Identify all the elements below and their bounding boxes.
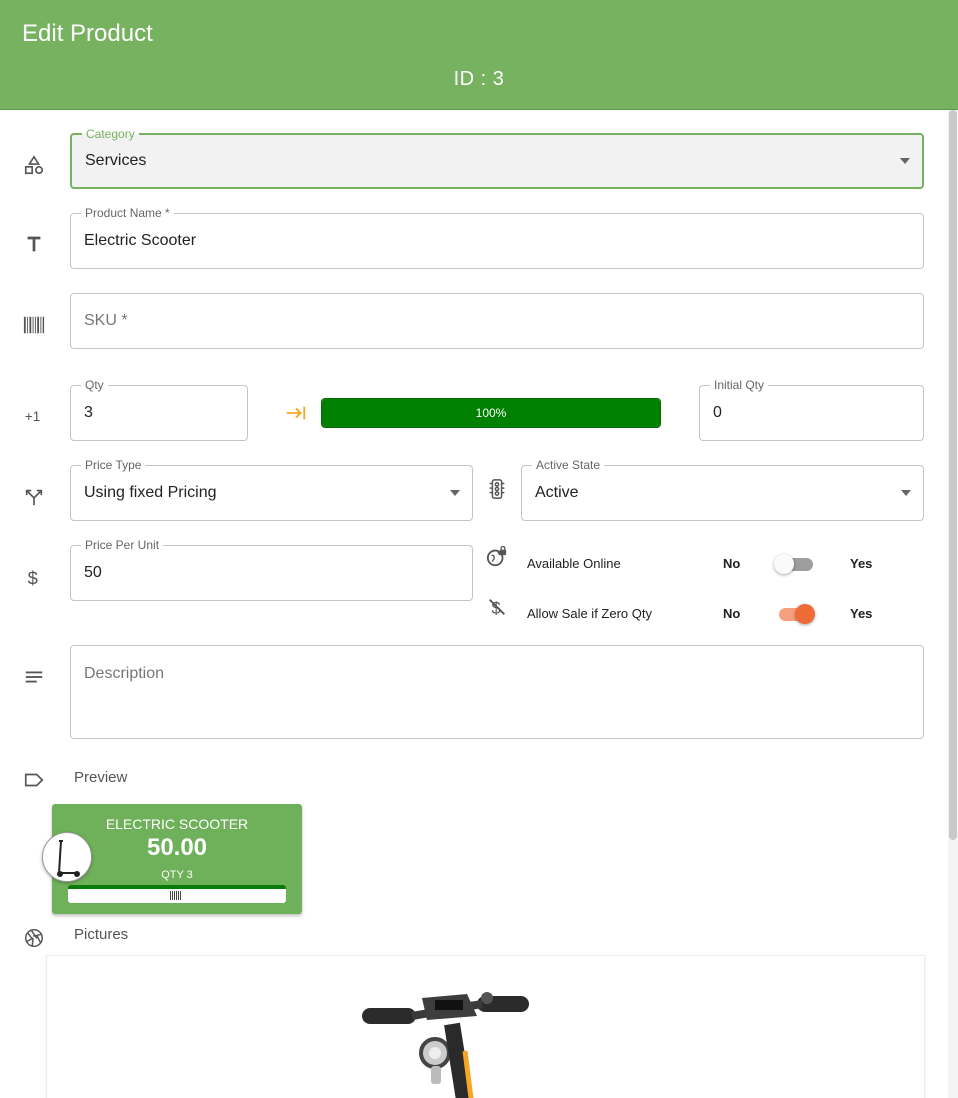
active-state-select[interactable]: Active State Active: [521, 458, 924, 521]
scrollbar-thumb[interactable]: [949, 110, 957, 840]
preview-card-name: ELECTRIC SCOOTER: [105, 816, 249, 832]
sku-input[interactable]: SKU *: [70, 293, 924, 349]
initial-qty-value: 0: [713, 404, 722, 421]
price-type-value: Using fixed Pricing: [84, 484, 217, 501]
money-off-icon: $: [485, 595, 509, 619]
qty-label: Qty: [81, 378, 108, 392]
price-per-unit-input[interactable]: Price Per Unit 50: [70, 538, 473, 601]
text-icon: [22, 232, 46, 256]
preview-card-barcode-bar: [68, 885, 286, 903]
barcode-icon: [22, 313, 46, 337]
available-online-no: No: [723, 556, 741, 571]
chevron-down-icon: [450, 490, 460, 496]
price-type-label: Price Type: [81, 458, 146, 472]
product-name-label: Product Name *: [81, 206, 174, 220]
pictures-section-label: Pictures: [74, 926, 129, 943]
traffic-light-icon: [485, 477, 509, 501]
label-icon: [22, 768, 46, 792]
category-value: Services: [85, 152, 147, 169]
category-label: Category: [82, 127, 139, 141]
price-per-unit-value: 50: [84, 564, 102, 581]
description-input[interactable]: Description: [70, 645, 924, 739]
sku-placeholder: SKU *: [84, 312, 128, 329]
available-online-yes: Yes: [850, 556, 873, 571]
arrow-to-end-icon: [284, 401, 308, 425]
stock-progress-text: 100%: [475, 406, 507, 420]
allow-sale-zero-label: Allow Sale if Zero Qty: [527, 606, 652, 621]
preview-card-qty: QTY 3: [161, 869, 193, 881]
svg-text:+1: +1: [25, 409, 40, 424]
initial-qty-label: Initial Qty: [710, 378, 769, 392]
active-state-value: Active: [535, 484, 579, 501]
product-name-value: Electric Scooter: [84, 232, 197, 249]
app-header: Edit Product ID : 3: [0, 0, 958, 110]
available-online-toggle[interactable]: [774, 554, 815, 574]
qty-input[interactable]: Qty 3: [70, 378, 248, 441]
description-placeholder: Description: [84, 665, 165, 682]
preview-thumbnail-image: [42, 832, 92, 882]
page-title: Edit Product: [22, 20, 153, 47]
product-picture-image[interactable]: [47, 956, 925, 1098]
price-per-unit-label: Price Per Unit: [81, 538, 164, 552]
allow-sale-zero-row: Allow Sale if Zero Qty No Yes: [527, 602, 907, 626]
merge-arrows-icon: [22, 485, 46, 509]
stock-progress-bar: 100%: [321, 398, 661, 428]
dollar-icon: $: [22, 565, 46, 589]
initial-qty-input[interactable]: Initial Qty 0: [699, 378, 924, 441]
svg-text:$: $: [28, 567, 38, 588]
preview-section-label: Preview: [74, 769, 128, 786]
chevron-down-icon: [901, 490, 911, 496]
category-select[interactable]: Category Services: [70, 127, 924, 189]
shapes-icon: [22, 153, 46, 177]
allow-sale-zero-no: No: [723, 606, 741, 621]
active-state-label: Active State: [532, 458, 605, 472]
plus-one-icon: +1: [22, 404, 48, 428]
available-online-row: Available Online No Yes: [527, 552, 907, 576]
qty-value: 3: [84, 404, 93, 421]
notes-icon: [22, 665, 46, 689]
pictures-gallery[interactable]: [46, 955, 925, 1098]
barcode-icon: [170, 891, 182, 900]
product-id: ID : 3: [453, 68, 505, 90]
camera-shutter-icon: [22, 926, 46, 950]
available-online-label: Available Online: [527, 556, 621, 571]
allow-sale-zero-yes: Yes: [850, 606, 873, 621]
allow-sale-zero-toggle[interactable]: [777, 604, 815, 624]
scrollbar[interactable]: [948, 110, 958, 1098]
chevron-down-icon: [900, 158, 910, 164]
globe-lock-icon: [485, 545, 509, 569]
price-type-select[interactable]: Price Type Using fixed Pricing: [70, 458, 473, 521]
product-name-input[interactable]: Product Name * Electric Scooter: [70, 206, 924, 269]
